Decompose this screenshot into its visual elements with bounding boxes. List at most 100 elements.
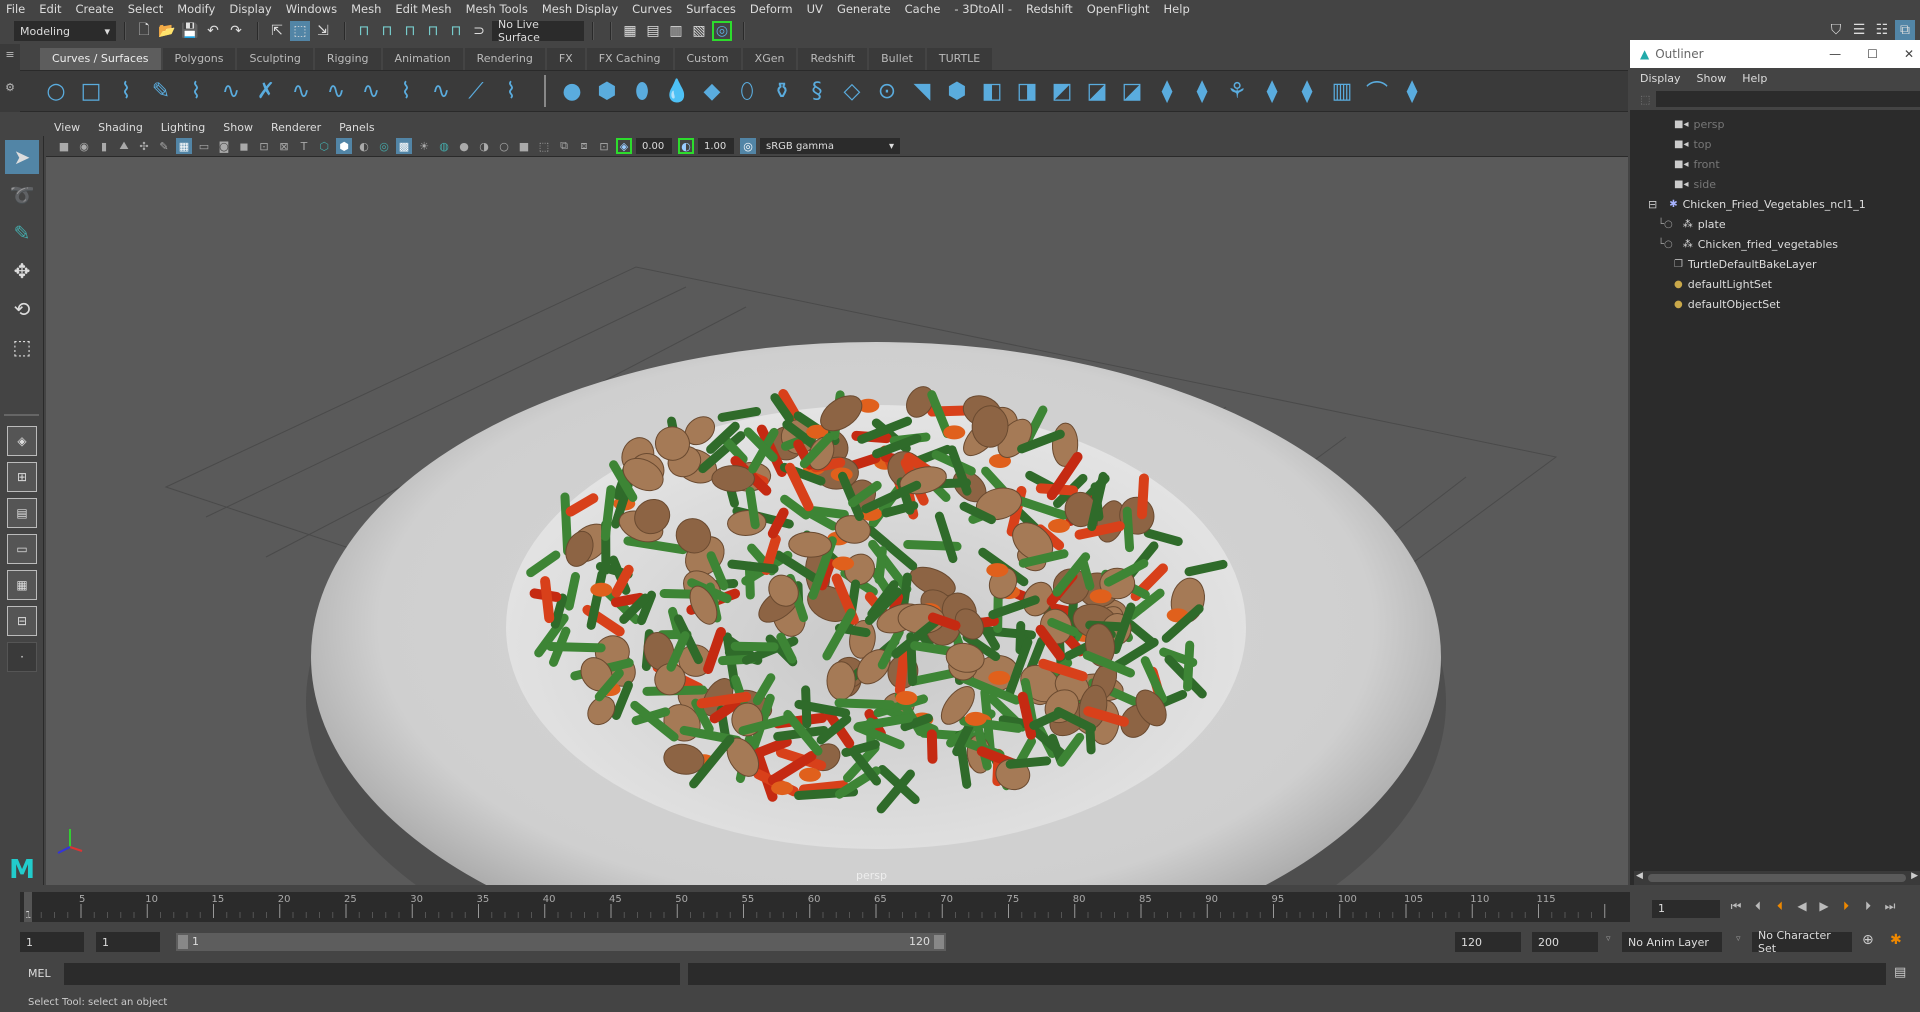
circle-icon[interactable]: ○ [42,77,70,105]
panel-menu-panels[interactable]: Panels [339,121,374,134]
open-scene-icon[interactable]: 📂 [157,21,177,41]
gamma-field[interactable]: 1.00 [698,138,734,154]
extrude-icon[interactable]: ⊙ [873,77,901,105]
collapse-icon[interactable]: ⊟ [1648,198,1657,211]
shelf-tab-custom[interactable]: Custom [674,48,741,70]
script-editor-icon[interactable]: ▤ [1894,965,1906,980]
live-surface-field[interactable]: No Live Surface [492,18,584,44]
anim-layer-dropdown[interactable]: No Anim Layer [1622,932,1722,952]
character-set-dropdown[interactable]: No Character Set [1752,929,1852,955]
textured-icon[interactable]: ▩ [396,138,412,154]
menu-help[interactable]: Help [1164,2,1190,16]
xray-components-icon[interactable]: ⊡ [596,138,612,154]
grease-pencil-icon[interactable]: ✎ [156,138,172,154]
smooth-shade-icon[interactable]: ⬢ [336,138,352,154]
menu-create[interactable]: Create [76,2,114,16]
panel-menu-shading[interactable]: Shading [98,121,143,134]
select-by-component-icon[interactable]: ⇲ [313,21,333,41]
trim-icon[interactable]: ◧ [978,77,1006,105]
resolution-gate-icon[interactable]: ◙ [216,138,232,154]
range-start-handle[interactable] [178,935,188,949]
cut-curve-icon[interactable]: ⟋ [462,77,490,105]
animation-preferences-icon[interactable]: ✱ [1890,932,1902,948]
outliner-item[interactable]: ⊟ ✱ Chicken_Fried_Vegetables_ncl1_1 [1630,194,1920,214]
redo-icon[interactable]: ↷ [226,21,246,41]
four-pane-layout-icon[interactable]: ⊞ [7,462,37,492]
default-material-icon[interactable]: ◎ [376,138,392,154]
step-back-frame-icon[interactable]: ⏴ [1750,898,1766,914]
isolate-select-icon[interactable]: ⬚ [536,138,552,154]
menu-generate[interactable]: Generate [837,2,891,16]
tool-settings-icon[interactable]: ☷ [1872,20,1892,40]
outliner-search-input[interactable] [1656,91,1920,107]
animation-end-field[interactable]: 200 [1532,932,1598,952]
arc-icon[interactable]: ∿ [217,77,245,105]
shelf-tab-rendering[interactable]: Rendering [464,48,545,70]
menu-modify[interactable]: Modify [177,2,215,16]
persp-graph-layout-icon[interactable]: ▭ [7,534,37,564]
range-end-handle[interactable] [934,935,944,949]
gamma-icon[interactable]: ◐ [678,138,694,154]
select-camera-icon[interactable]: ■ [56,138,72,154]
shelf-tab-curves-surfaces[interactable]: Curves / Surfaces [40,48,161,70]
auto-key-icon[interactable]: ⊕ [1862,932,1874,948]
sculpt-surface-icon[interactable]: ⌒ [1363,77,1391,106]
outliner-item[interactable]: └○ ⁂ plate [1630,214,1920,234]
outliner-item[interactable]: ■◂ persp [1630,114,1920,134]
offset-curve-icon[interactable]: ∿ [357,77,385,105]
outliner-menu-show[interactable]: Show [1697,72,1727,85]
playback-start-field[interactable]: 1 [96,932,160,952]
menu-deform[interactable]: Deform [750,2,793,16]
snap-view-plane-icon[interactable]: ⊓ [423,21,443,41]
outliner-item[interactable]: ■◂ side [1630,174,1920,194]
outliner-menu-help[interactable]: Help [1742,72,1767,85]
attach-curve-icon[interactable]: ∿ [322,77,350,105]
shelf-tab-bullet[interactable]: Bullet [869,48,925,70]
reverse-direction-icon[interactable]: ⧫ [1398,77,1426,105]
outliner-item[interactable]: ■◂ top [1630,134,1920,154]
rebuild-surface-icon[interactable]: ▥ [1328,77,1356,105]
outliner-item[interactable]: ● defaultObjectSet [1630,294,1920,314]
wireframe-icon[interactable]: ⬡ [316,138,332,154]
use-all-lights-icon[interactable]: ☀ [416,138,432,154]
shelf-tab-fx[interactable]: FX [546,48,585,70]
panel-menu-lighting[interactable]: Lighting [161,121,205,134]
paint-select-tool-icon[interactable]: ✎ [5,216,39,250]
menu-3dtoall[interactable]: - 3DtoAll - [954,2,1012,16]
menu-file[interactable]: File [6,2,25,16]
exposure-field[interactable]: 0.00 [636,138,672,154]
rotate-tool-icon[interactable]: ⟲ [5,292,39,326]
nurbs-cube-icon[interactable]: ⬢ [593,77,621,105]
panel-menu-show[interactable]: Show [223,121,253,134]
make-live-icon[interactable]: ⊃ [469,21,489,41]
menu-set-dropdown[interactable]: Modeling ▾ [14,21,116,41]
menu-cache[interactable]: Cache [905,2,941,16]
nurbs-sphere-icon[interactable]: ● [558,77,586,105]
save-scene-icon[interactable]: 💾 [180,21,200,41]
channel-box-icon[interactable]: ⧉ [1895,20,1915,40]
close-icon[interactable]: ✕ [1904,47,1914,61]
more-layouts-icon[interactable]: · [7,642,37,672]
nurbs-plane-icon[interactable]: ◆ [698,77,726,105]
ep-curve-icon[interactable]: ⌇ [182,77,210,105]
chevron-down-icon[interactable]: ▿ [1736,934,1741,944]
snap-live-icon[interactable]: ⊓ [446,21,466,41]
menu-mesh-tools[interactable]: Mesh Tools [466,2,528,16]
play-forwards-icon[interactable]: ▶ [1816,898,1832,914]
nurbs-cone-icon[interactable]: 💧 [663,77,691,105]
sculpt-icon[interactable]: ⧫ [1258,77,1286,105]
revolve-icon[interactable]: ⚱ [768,77,796,105]
two-d-pan-zoom-icon[interactable]: ✣ [136,138,152,154]
stitch-icon[interactable]: ⚘ [1223,77,1251,105]
birail-icon[interactable]: ◥ [908,77,936,105]
scroll-left-icon[interactable]: ◀ [1636,871,1643,881]
outliner-horizontal-scrollbar[interactable]: ◀ ▶ [1634,871,1920,885]
animation-start-field[interactable]: 1 [20,932,84,952]
safe-title-icon[interactable]: T [296,138,312,154]
fillet-icon[interactable]: ⧫ [1188,77,1216,105]
scale-tool-icon[interactable]: ⬚ [5,330,39,364]
insert-isoparm-icon[interactable]: ⧫ [1293,77,1321,105]
shelf-tab-fx-caching[interactable]: FX Caching [586,48,673,70]
attach-surface-icon[interactable]: ◪ [1118,77,1146,105]
menu-curves[interactable]: Curves [632,2,672,16]
